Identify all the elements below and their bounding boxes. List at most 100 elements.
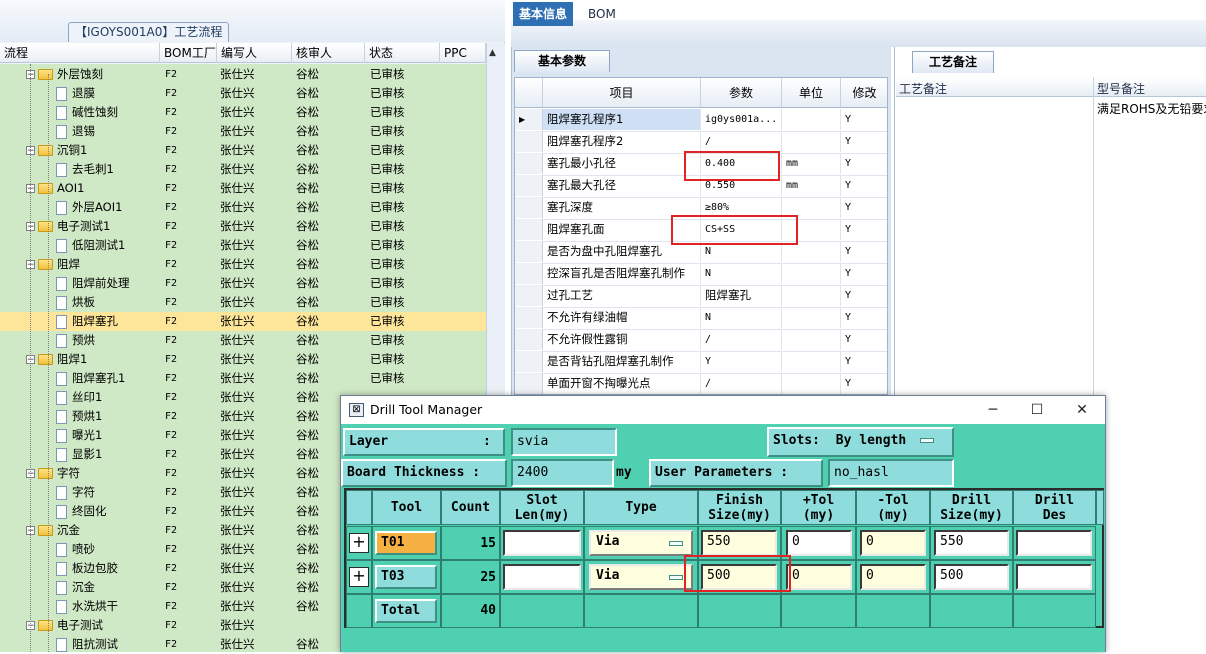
tab-basic-info[interactable]: 基本信息: [513, 2, 574, 26]
param-unit-cell[interactable]: [782, 285, 841, 306]
expand-row-icon[interactable]: +: [349, 567, 369, 587]
param-row[interactable]: ▶ 阻焊塞孔程序1 ig0ys001a... Y: [515, 109, 887, 132]
minimize-icon[interactable]: ─: [978, 400, 1008, 420]
tree-node[interactable]: 阻焊前处理: [42, 274, 130, 293]
tool-button[interactable]: T01: [375, 531, 437, 555]
col-header-unit[interactable]: 单位: [782, 78, 841, 108]
tree-node[interactable]: 预烘: [42, 331, 95, 350]
param-value-cell[interactable]: ig0ys001a...: [701, 109, 782, 130]
tree-row[interactable]: − 外层蚀刻 F2 张仕兴 谷松 已审核: [0, 65, 486, 84]
tree-row[interactable]: 退锡 F2 张仕兴 谷松 已审核: [0, 122, 486, 141]
plus-tol-input[interactable]: 0: [786, 530, 852, 556]
tree-node[interactable]: 退锡: [42, 122, 95, 141]
tree-node[interactable]: 显影1: [42, 445, 102, 464]
param-unit-cell[interactable]: [782, 307, 841, 328]
row-header[interactable]: [515, 131, 543, 152]
param-modify-cell[interactable]: Y: [841, 241, 887, 262]
tree-node[interactable]: 碱性蚀刻: [42, 103, 118, 122]
tree-row[interactable]: − AOI1 F2 张仕兴 谷松 已审核: [0, 179, 486, 198]
row-header[interactable]: [515, 263, 543, 284]
param-modify-cell[interactable]: Y: [841, 373, 887, 394]
param-value-cell[interactable]: /: [701, 131, 782, 152]
param-modify-cell[interactable]: Y: [841, 197, 887, 218]
param-row[interactable]: 单面开窗不掏曝光点 / Y: [515, 373, 887, 394]
param-unit-cell[interactable]: [782, 131, 841, 152]
tree-row[interactable]: 阻焊塞孔 F2 张仕兴 谷松 已审核: [0, 312, 486, 331]
param-modify-cell[interactable]: Y: [841, 263, 887, 284]
col-header-process[interactable]: 流程: [0, 43, 160, 63]
tree-node[interactable]: − AOI1: [26, 179, 84, 198]
tree-node[interactable]: 字符: [42, 483, 95, 502]
param-value-cell[interactable]: /: [701, 329, 782, 350]
tree-node[interactable]: 外层AOI1: [42, 198, 122, 217]
row-header[interactable]: [515, 285, 543, 306]
current-row-indicator-icon[interactable]: ▶: [515, 109, 543, 130]
tree-node[interactable]: 低阻测试1: [42, 236, 125, 255]
expand-row-icon[interactable]: +: [349, 533, 369, 553]
tree-row[interactable]: − 阻焊1 F2 张仕兴 谷松 已审核: [0, 350, 486, 369]
param-modify-cell[interactable]: Y: [841, 351, 887, 372]
board-thickness-field[interactable]: 2400: [511, 459, 614, 487]
param-unit-cell[interactable]: mm: [782, 175, 841, 196]
tree-node[interactable]: 丝印1: [42, 388, 102, 407]
tree-node[interactable]: 退膜: [42, 84, 95, 103]
param-unit-cell[interactable]: [782, 351, 841, 372]
row-header[interactable]: [515, 329, 543, 350]
tree-row[interactable]: − 沉铜1 F2 张仕兴 谷松 已审核: [0, 141, 486, 160]
col-header-status[interactable]: 状态: [365, 43, 440, 63]
tab-bom[interactable]: BOM: [582, 2, 622, 26]
row-header[interactable]: [515, 153, 543, 174]
tree-node[interactable]: − 阻焊1: [26, 350, 87, 369]
tree-row[interactable]: − 电子测试1 F2 张仕兴 谷松 已审核: [0, 217, 486, 236]
row-header[interactable]: [515, 241, 543, 262]
tree-node[interactable]: 预烘1: [42, 407, 102, 426]
slots-control[interactable]: Slots: By length: [767, 427, 954, 457]
param-modify-cell[interactable]: Y: [841, 307, 887, 328]
tree-node[interactable]: 去毛刺1: [42, 160, 114, 179]
param-value-cell[interactable]: Y: [701, 351, 782, 372]
param-modify-cell[interactable]: Y: [841, 175, 887, 196]
param-unit-cell[interactable]: [782, 329, 841, 350]
col-header-item[interactable]: 项目: [543, 78, 701, 108]
tree-row[interactable]: 阻焊塞孔1 F2 张仕兴 谷松 已审核: [0, 369, 486, 388]
drill-des-input[interactable]: [1016, 530, 1092, 556]
tree-node[interactable]: − 沉金: [26, 521, 80, 540]
col-header-bom[interactable]: BOM工厂: [160, 43, 217, 63]
type-dropdown[interactable]: Via: [589, 564, 693, 590]
user-parameters-field[interactable]: no_hasl: [828, 459, 954, 487]
tab-basic-params[interactable]: 基本参数: [514, 50, 610, 72]
tree-node[interactable]: 喷砂: [42, 540, 95, 559]
tree-row[interactable]: 退膜 F2 张仕兴 谷松 已审核: [0, 84, 486, 103]
tool-button[interactable]: T03: [375, 565, 437, 589]
tree-node[interactable]: − 沉铜1: [26, 141, 87, 160]
drill-size-input[interactable]: 550: [934, 530, 1009, 556]
col-header-model-note[interactable]: 型号备注: [1097, 80, 1145, 97]
tree-row[interactable]: 预烘 F2 张仕兴 谷松 已审核: [0, 331, 486, 350]
tree-node[interactable]: − 字符: [26, 464, 80, 483]
tree-node[interactable]: 水洗烘干: [42, 597, 118, 616]
col-header-modify[interactable]: 修改: [841, 78, 887, 108]
tree-node[interactable]: − 电子测试1: [26, 217, 110, 236]
param-unit-cell[interactable]: mm: [782, 153, 841, 174]
param-value-cell[interactable]: 阻焊塞孔: [701, 285, 782, 306]
plus-tol-input[interactable]: 0: [786, 564, 852, 590]
param-row[interactable]: 控深盲孔是否阻焊塞孔制作 N Y: [515, 263, 887, 286]
close-icon[interactable]: ✕: [1067, 400, 1097, 420]
param-modify-cell[interactable]: Y: [841, 131, 887, 152]
process-flow-title[interactable]: 【IGOYS001A0】工艺流程: [68, 22, 230, 42]
param-modify-cell[interactable]: Y: [841, 329, 887, 350]
layer-field[interactable]: svia: [511, 428, 617, 456]
param-modify-cell[interactable]: Y: [841, 285, 887, 306]
minus-tol-input[interactable]: 0: [860, 530, 926, 556]
drill-des-input[interactable]: [1016, 564, 1092, 590]
param-value-cell[interactable]: N: [701, 307, 782, 328]
tree-node[interactable]: 板边包胶: [42, 559, 118, 578]
col-header-writer[interactable]: 编写人: [217, 43, 292, 63]
param-row[interactable]: 不允许假性露铜 / Y: [515, 329, 887, 352]
tab-process-notes[interactable]: 工艺备注: [912, 51, 994, 73]
param-unit-cell[interactable]: [782, 263, 841, 284]
col-header-reviewer[interactable]: 核审人: [292, 43, 365, 63]
tree-node[interactable]: 阻抗测试: [42, 635, 118, 654]
param-value-cell[interactable]: N: [701, 263, 782, 284]
tree-row[interactable]: 烘板 F2 张仕兴 谷松 已审核: [0, 293, 486, 312]
